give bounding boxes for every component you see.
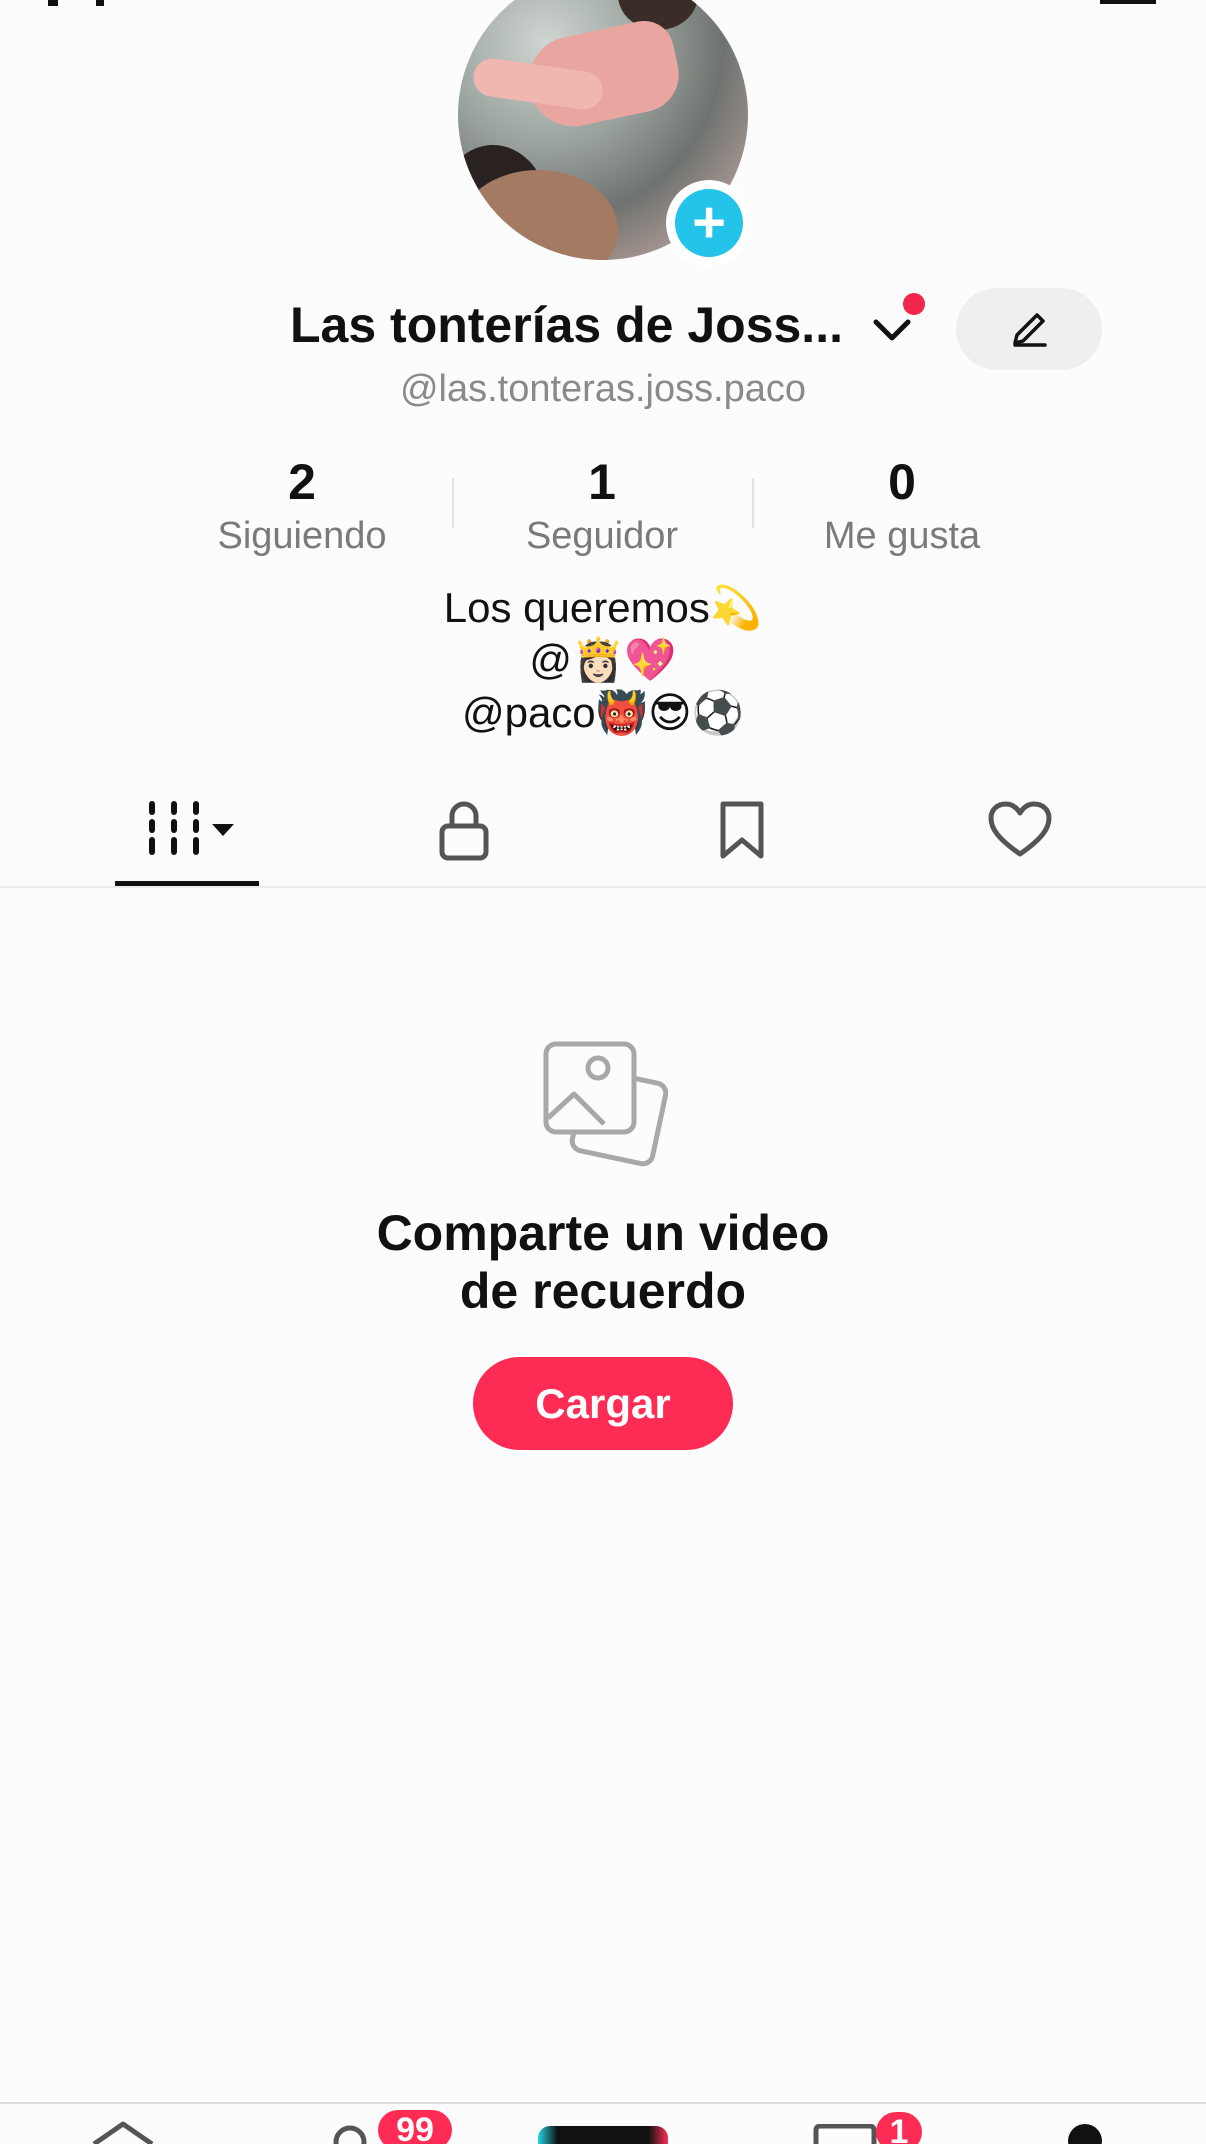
username-handle: @las.tonteras.joss.paco bbox=[399, 368, 807, 410]
followers-stat[interactable]: 1 Seguidor bbox=[472, 452, 732, 560]
bio-line: Los queremos💫 bbox=[443, 584, 763, 631]
bio-line[interactable]: @paco👹😎⚽ bbox=[0, 688, 1206, 738]
upload-button[interactable]: Cargar bbox=[473, 1357, 733, 1450]
tab-liked[interactable] bbox=[960, 790, 1080, 870]
tab-videos[interactable] bbox=[127, 790, 247, 870]
profile-icon[interactable] bbox=[1068, 2124, 1102, 2144]
likes-count: 0 bbox=[888, 454, 916, 510]
heart-icon bbox=[988, 801, 1052, 857]
followers-label: Seguidor bbox=[525, 515, 679, 557]
following-label: Siguiendo bbox=[217, 515, 387, 557]
empty-state-title: Comparte un video bbox=[376, 1205, 830, 1261]
photo-stack-icon bbox=[543, 1041, 668, 1167]
add-story-button[interactable]: + bbox=[666, 180, 752, 266]
bottom-nav-divider bbox=[0, 2102, 1206, 2104]
create-button[interactable] bbox=[538, 2126, 668, 2144]
likes-stat[interactable]: 0 Me gusta bbox=[772, 452, 1032, 560]
lock-icon bbox=[439, 801, 489, 861]
profile-page: + Las tonterías de Joss... @las.tonteras… bbox=[0, 0, 1206, 2144]
inbox-badge: 1 bbox=[876, 2112, 922, 2144]
friends-badge: 99 bbox=[378, 2110, 452, 2144]
top-right-icon[interactable] bbox=[1100, 0, 1156, 4]
top-left-icon-2 bbox=[96, 0, 104, 6]
following-stat[interactable]: 2 Siguiendo bbox=[172, 452, 432, 560]
stat-divider bbox=[452, 478, 454, 528]
home-icon[interactable] bbox=[88, 2120, 158, 2144]
display-name[interactable]: Las tonterías de Joss... bbox=[290, 296, 843, 354]
following-count: 2 bbox=[288, 454, 316, 510]
tabs-divider bbox=[0, 886, 1206, 888]
inbox-icon[interactable] bbox=[812, 2124, 878, 2144]
followers-count: 1 bbox=[588, 454, 616, 510]
stat-divider bbox=[752, 478, 754, 528]
plus-icon: + bbox=[675, 189, 743, 257]
chevron-down-icon[interactable] bbox=[870, 312, 914, 348]
likes-label: Me gusta bbox=[823, 515, 981, 557]
friends-icon[interactable] bbox=[330, 2122, 370, 2144]
pencil-icon bbox=[1013, 313, 1047, 347]
tab-saved[interactable] bbox=[682, 790, 802, 870]
notification-dot bbox=[903, 293, 925, 315]
empty-state-subtitle: de recuerdo bbox=[459, 1263, 747, 1319]
caret-down-icon bbox=[212, 824, 234, 836]
bio-line[interactable]: @👸🏻💖 bbox=[0, 636, 1206, 685]
grid-icon bbox=[149, 801, 234, 855]
tab-private[interactable] bbox=[404, 790, 524, 870]
bookmark-icon bbox=[720, 801, 764, 859]
edit-profile-button[interactable] bbox=[956, 288, 1102, 370]
top-left-icon[interactable] bbox=[48, 0, 58, 6]
